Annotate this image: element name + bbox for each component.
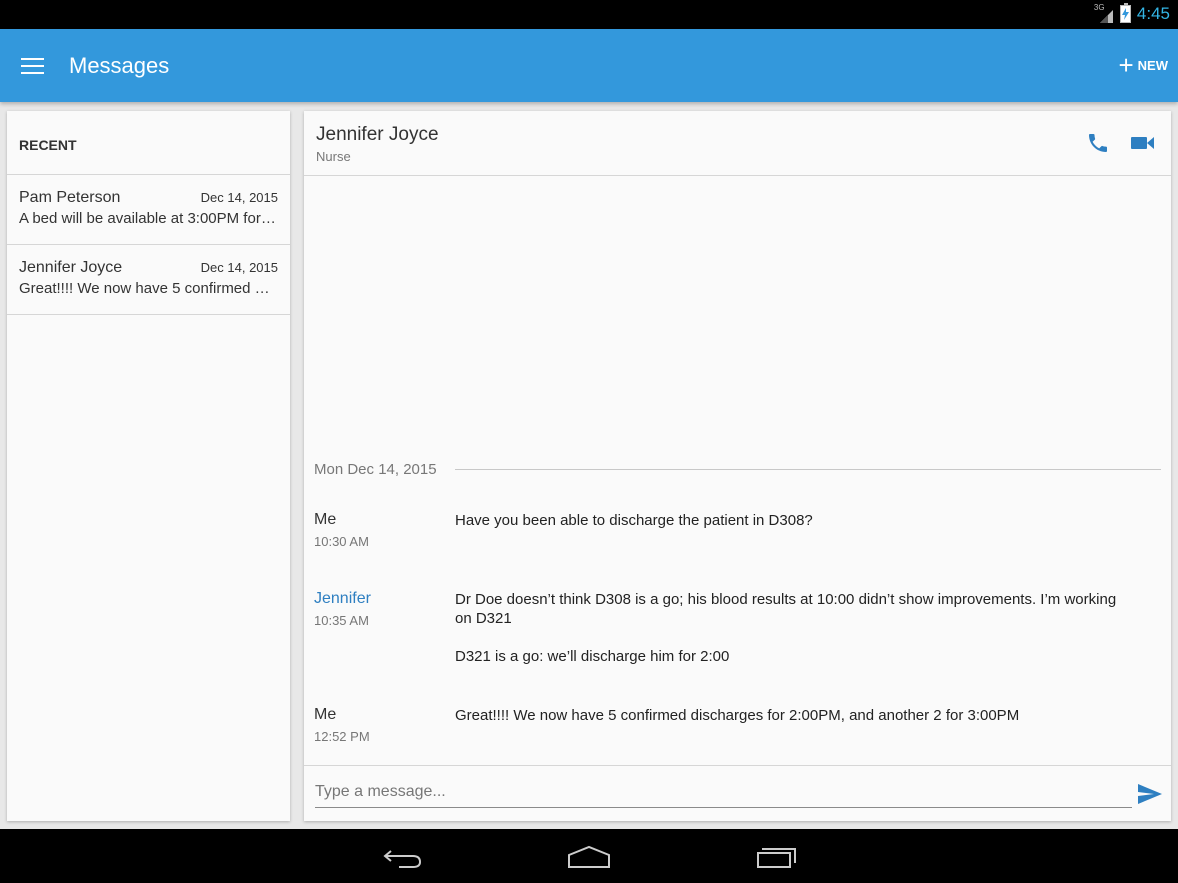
clock: 4:45: [1136, 4, 1170, 23]
app-bar: Messages + NEW: [0, 29, 1178, 102]
send-icon[interactable]: [1137, 783, 1163, 805]
system-navigation-bar: [0, 829, 1178, 883]
message: Me 10:30 AM Have you been able to discha…: [314, 511, 1154, 549]
menu-icon[interactable]: [21, 58, 44, 74]
message-body: Dr Doe doesn’t think D308 is a go; his b…: [455, 590, 1135, 666]
message: Me 12:52 PM Great!!!! We now have 5 conf…: [314, 706, 1154, 744]
status-indicators: 3G 4:45: [1094, 3, 1170, 24]
conversation-name: Pam Peterson: [19, 189, 121, 206]
status-bar: 3G 4:45: [0, 0, 1178, 29]
conversation-item-pam-peterson[interactable]: Pam Peterson Dec 14, 2015 A bed will be …: [7, 175, 290, 245]
new-message-button[interactable]: + NEW: [1118, 50, 1168, 80]
message-body: Have you been able to discharge the pati…: [455, 511, 1135, 530]
recent-header: RECENT: [7, 111, 290, 175]
battery-icon: [1119, 3, 1131, 23]
recents-icon[interactable]: [756, 845, 798, 869]
contact-role: Nurse: [316, 149, 351, 164]
message-body: Great!!!! We now have 5 confirmed discha…: [455, 706, 1135, 725]
chat-header: Jennifer Joyce Nurse: [304, 111, 1171, 176]
video-icon[interactable]: [1130, 133, 1156, 153]
message-text: Dr Doe doesn’t think D308 is a go; his b…: [455, 591, 1117, 627]
day-label: Mon Dec 14, 2015: [314, 461, 437, 478]
conversation-item-jennifer-joyce[interactable]: Jennifer Joyce Dec 14, 2015 Great!!!! We…: [7, 245, 290, 315]
conversation-date: Dec 14, 2015: [200, 260, 278, 275]
divider-line: [454, 469, 1161, 470]
recent-conversations-panel: RECENT Pam Peterson Dec 14, 2015 A bed w…: [7, 111, 290, 821]
contact-name: Jennifer Joyce: [316, 124, 439, 145]
plus-icon: +: [1118, 50, 1134, 80]
conversation-preview: A bed will be available at 3:00PM for yo…: [19, 210, 278, 227]
message-text: D321 is a go: we’ll discharge him for 2:…: [455, 648, 730, 665]
conversation-preview: Great!!!! We now have 5 confirmed discha…: [19, 280, 278, 297]
phone-icon[interactable]: [1086, 131, 1110, 155]
home-icon[interactable]: [567, 845, 611, 869]
day-divider: Mon Dec 14, 2015: [314, 461, 1161, 478]
signal-icon: 3G: [1094, 4, 1114, 24]
back-icon[interactable]: [383, 845, 423, 869]
message-composer: [304, 765, 1171, 821]
network-type: 3G: [1093, 3, 1105, 12]
app-title: Messages: [69, 53, 170, 78]
conversation-name: Jennifer Joyce: [19, 259, 123, 276]
new-button-label: NEW: [1137, 57, 1168, 73]
conversation-date: Dec 14, 2015: [200, 190, 278, 205]
message: Jennifer 10:35 AM Dr Doe doesn’t think D…: [314, 590, 1154, 665]
chat-panel: Jennifer Joyce Nurse Mon Dec 14, 2015 Me…: [304, 111, 1171, 821]
message-text: Have you been able to discharge the pati…: [455, 512, 813, 529]
message-time: 12:52 PM: [314, 729, 370, 744]
message-input[interactable]: [315, 776, 1132, 808]
message-time: 10:30 AM: [314, 534, 369, 549]
message-text: Great!!!! We now have 5 confirmed discha…: [455, 707, 1020, 724]
